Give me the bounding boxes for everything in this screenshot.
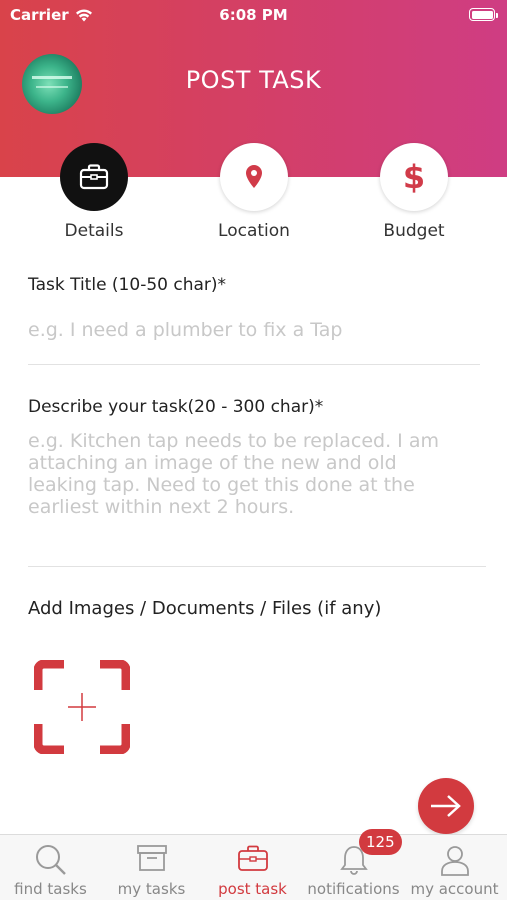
description-placeholder-line: attaching an image of the new and old xyxy=(28,452,397,474)
arrow-right-icon xyxy=(431,795,461,817)
step-location-circle[interactable] xyxy=(220,143,288,211)
tab-my-account-label: my account xyxy=(410,880,499,898)
step-budget-label: Budget xyxy=(383,221,445,241)
briefcase-icon xyxy=(237,845,268,871)
step-details[interactable]: Details xyxy=(29,143,159,241)
tab-notifications[interactable]: 125 notifications xyxy=(303,829,404,900)
description-placeholder-line: e.g. Kitchen tap needs to be replaced. I… xyxy=(28,430,439,452)
add-attachment-button[interactable] xyxy=(33,659,131,755)
archive-box-icon xyxy=(136,845,167,871)
tab-my-account[interactable]: my account xyxy=(404,835,505,900)
user-icon xyxy=(440,846,469,876)
task-title-divider xyxy=(28,364,480,365)
notification-count-badge: 125 xyxy=(359,829,402,855)
dollar-icon: $ xyxy=(402,158,426,196)
step-details-circle[interactable] xyxy=(60,143,128,211)
tab-post-task[interactable]: post task xyxy=(202,835,303,900)
attachments-label: Add Images / Documents / Files (if any) xyxy=(28,598,382,619)
task-description-input[interactable]: e.g. Kitchen tap needs to be replaced. I… xyxy=(28,430,488,530)
step-details-label: Details xyxy=(64,221,124,241)
page-title: POST TASK xyxy=(185,66,322,94)
briefcase-icon xyxy=(79,164,109,190)
search-icon xyxy=(35,845,66,875)
next-button[interactable] xyxy=(418,778,474,834)
battery-icon xyxy=(469,8,498,21)
status-bar: Carrier 6:08 PM xyxy=(0,0,507,30)
add-frame-icon xyxy=(33,659,131,755)
task-description-divider xyxy=(28,566,486,567)
task-title-label: Task Title (10-50 char)* xyxy=(28,275,227,295)
step-budget[interactable]: $ Budget xyxy=(349,143,479,241)
description-placeholder-line: earliest within next 2 hours. xyxy=(28,496,295,518)
location-pin-icon xyxy=(246,165,262,188)
tab-my-tasks[interactable]: my tasks xyxy=(101,835,202,900)
step-location[interactable]: Location xyxy=(189,143,319,241)
task-description-label: Describe your task(20 - 300 char)* xyxy=(28,397,324,417)
tab-find-tasks[interactable]: find tasks xyxy=(0,835,101,900)
step-location-label: Location xyxy=(218,221,290,241)
status-time: 6:08 PM xyxy=(219,6,288,24)
step-budget-circle[interactable]: $ xyxy=(380,143,448,211)
tab-bar: find tasks my tasks post task 125 notifi… xyxy=(0,829,507,900)
description-placeholder-line: leaking tap. Need to get this done at th… xyxy=(28,474,415,496)
task-title-input[interactable]: e.g. I need a plumber to fix a Tap xyxy=(28,319,478,345)
